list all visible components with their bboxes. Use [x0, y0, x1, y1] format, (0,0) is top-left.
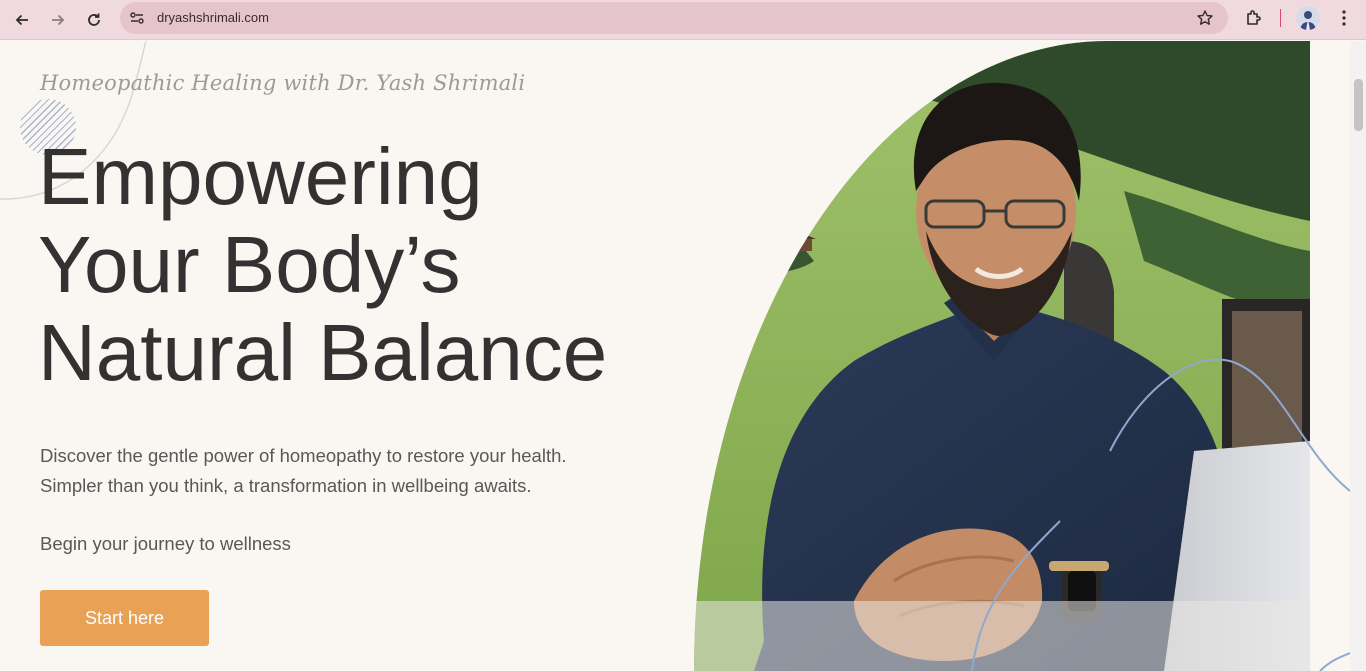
profile-avatar[interactable] — [1296, 6, 1320, 30]
address-bar[interactable]: dryashshrimali.com — [120, 2, 1228, 34]
page-scrollbar[interactable] — [1350, 41, 1366, 671]
headline-line-3: Natural Balance — [38, 308, 608, 397]
kebab-menu-icon[interactable] — [1332, 6, 1356, 30]
start-here-button[interactable]: Start here — [40, 590, 209, 646]
headline-line-2: Your Body’s — [38, 220, 461, 309]
headline-line-1: Empowering — [38, 132, 483, 221]
reload-button[interactable] — [79, 5, 109, 35]
back-arrow-icon — [15, 14, 28, 26]
url-text[interactable]: dryashshrimali.com — [157, 10, 269, 25]
hero-headline: Empowering Your Body’s Natural Balance — [38, 133, 678, 397]
hero-eyebrow: Homeopathic Healing with Dr. Yash Shrima… — [40, 71, 526, 95]
bookmark-star-icon[interactable] — [1196, 9, 1214, 27]
hero-lead-paragraph: Discover the gentle power of homeopathy … — [40, 441, 640, 501]
forward-arrow-icon — [52, 14, 65, 26]
back-button[interactable] — [7, 5, 37, 35]
site-info-icon[interactable] — [128, 9, 146, 27]
hero-subtext: Begin your journey to wellness — [40, 533, 291, 554]
browser-toolbar: dryashshrimali.com — [0, 0, 1366, 40]
decorative-wave-line — [971, 358, 1350, 671]
reload-icon — [88, 13, 100, 26]
scrollbar-thumb[interactable] — [1354, 79, 1363, 131]
extensions-icon[interactable] — [1242, 6, 1266, 30]
forward-button[interactable] — [43, 5, 73, 35]
hero-section: Homeopathic Healing with Dr. Yash Shrima… — [0, 41, 1350, 671]
toolbar-divider — [1280, 9, 1281, 27]
lead-line-2: Simpler than you think, a transformation… — [40, 475, 532, 496]
lead-line-1: Discover the gentle power of homeopathy … — [40, 445, 567, 466]
